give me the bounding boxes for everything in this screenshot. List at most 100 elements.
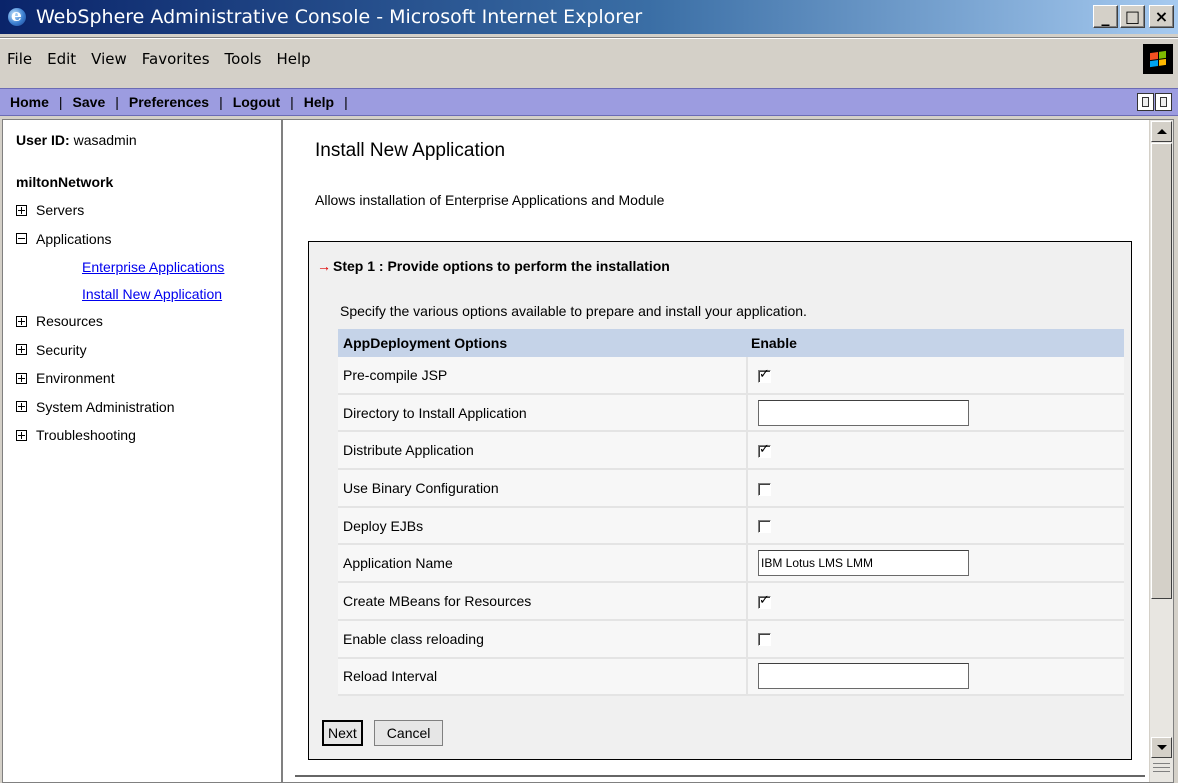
navigation-tree-pane: User ID: wasadmin miltonNetwork Servers …	[3, 120, 283, 782]
application-name-input[interactable]	[758, 550, 969, 577]
close-button[interactable]: ×	[1149, 5, 1174, 28]
create-mbeans-checkbox[interactable]	[758, 593, 771, 609]
expand-icon[interactable]	[16, 204, 27, 216]
table-row: Directory to Install Application	[338, 394, 1124, 433]
next-button[interactable]: Next	[322, 720, 363, 746]
expand-icon[interactable]	[16, 344, 27, 356]
user-id: User ID: wasadmin	[16, 132, 137, 148]
minimize-button[interactable]: _	[1093, 5, 1118, 28]
title-bar: e WebSphere Administrative Console - Mic…	[0, 0, 1178, 34]
windows-logo-icon	[1143, 44, 1173, 74]
tree-item-label[interactable]: Applications	[36, 231, 112, 247]
table-row: Deploy EJBs	[338, 507, 1124, 546]
vertical-scrollbar[interactable]	[1149, 120, 1173, 782]
browser-window: e WebSphere Administrative Console - Mic…	[0, 0, 1178, 783]
maximize-button[interactable]: □	[1120, 5, 1145, 28]
deploy-ejbs-checkbox[interactable]	[758, 520, 771, 534]
tree-item-security[interactable]: Security	[16, 336, 224, 365]
collapse-icon[interactable]	[16, 233, 27, 245]
frame-view-icon[interactable]	[1155, 93, 1172, 111]
arrow-down-icon	[1156, 745, 1167, 750]
nav-preferences-link[interactable]: Preferences	[129, 94, 209, 110]
nav-home-link[interactable]: Home	[10, 94, 49, 110]
nav-logout-link[interactable]: Logout	[233, 94, 280, 110]
arrow-up-icon	[1156, 129, 1167, 134]
option-label: Create MBeans for Resources	[338, 583, 746, 621]
navigation-tree: Servers Applications Enterprise Applicat…	[16, 196, 224, 450]
resize-grip-icon[interactable]	[1151, 760, 1172, 780]
tree-item-label[interactable]: Resources	[36, 313, 103, 329]
cancel-button[interactable]: Cancel	[373, 720, 444, 746]
table-row: Application Name	[338, 545, 1124, 584]
page-description: Allows installation of Enterprise Applic…	[315, 192, 665, 208]
tree-item-label[interactable]: System Administration	[36, 399, 175, 415]
user-id-label: User ID:	[16, 132, 70, 148]
tree-link-enterprise-applications[interactable]: Enterprise Applications	[16, 253, 224, 280]
menu-help[interactable]: Help	[277, 50, 311, 68]
option-label: Reload Interval	[338, 658, 746, 697]
nav-separator: |	[290, 94, 294, 110]
nav-separator: |	[219, 94, 223, 110]
option-label: Enable class reloading	[338, 620, 746, 659]
cell-name: miltonNetwork	[16, 174, 114, 190]
menu-bar: File Edit View Favorites Tools Help	[0, 41, 1178, 77]
menu-favorites[interactable]: Favorites	[142, 50, 210, 68]
console-nav-bar: Home | Save | Preferences | Logout | Hel…	[0, 88, 1178, 116]
table-row: Use Binary Configuration	[338, 470, 1124, 508]
option-label: Use Binary Configuration	[338, 470, 746, 508]
page-view-icon[interactable]	[1137, 93, 1154, 111]
table-row: Enable class reloading	[338, 620, 1124, 659]
nav-save-link[interactable]: Save	[73, 94, 106, 110]
window-title: WebSphere Administrative Console - Micro…	[36, 6, 643, 28]
expand-icon[interactable]	[16, 372, 27, 384]
scroll-up-button[interactable]	[1151, 121, 1172, 142]
distribute-application-checkbox[interactable]	[758, 442, 771, 459]
table-row: Distribute Application	[338, 432, 1124, 471]
content-area: User ID: wasadmin miltonNetwork Servers …	[2, 119, 1174, 783]
deployment-options-table: AppDeployment Options Enable Pre-compile…	[338, 329, 1124, 697]
install-directory-input[interactable]	[758, 399, 969, 426]
tree-item-label[interactable]: Troubleshooting	[36, 427, 136, 443]
expand-icon[interactable]	[16, 401, 27, 413]
menubar-divider	[0, 37, 1178, 39]
tree-item-resources[interactable]: Resources	[16, 307, 224, 336]
nav-help-link[interactable]: Help	[304, 94, 334, 110]
tree-link-install-new-application[interactable]: Install New Application	[16, 280, 224, 307]
tree-item-applications[interactable]: Applications	[16, 225, 224, 254]
page-title: Install New Application	[315, 140, 506, 161]
bottom-divider	[295, 775, 1145, 777]
reload-interval-input[interactable]	[758, 663, 969, 690]
column-header-enable: Enable	[746, 329, 1124, 357]
precompile-jsp-checkbox[interactable]	[758, 367, 771, 383]
option-label: Distribute Application	[338, 432, 746, 471]
binary-configuration-checkbox[interactable]	[758, 482, 771, 496]
option-label: Directory to Install Application	[338, 394, 746, 433]
scroll-down-button[interactable]	[1151, 737, 1172, 758]
user-id-value: wasadmin	[73, 132, 137, 148]
option-label: Deploy EJBs	[338, 507, 746, 546]
tree-item-environment[interactable]: Environment	[16, 364, 224, 393]
tree-item-system-administration[interactable]: System Administration	[16, 393, 224, 422]
step-title: Step 1 : Provide options to perform the …	[333, 258, 670, 274]
menu-edit[interactable]: Edit	[47, 50, 76, 68]
menu-file[interactable]: File	[7, 50, 32, 68]
tree-item-label[interactable]: Environment	[36, 370, 115, 386]
tree-item-servers[interactable]: Servers	[16, 196, 224, 225]
tree-item-troubleshooting[interactable]: Troubleshooting	[16, 421, 224, 450]
nav-separator: |	[58, 94, 63, 110]
expand-icon[interactable]	[16, 429, 27, 441]
scroll-thumb[interactable]	[1151, 143, 1172, 599]
table-row: Reload Interval	[338, 658, 1124, 697]
expand-icon[interactable]	[16, 315, 27, 327]
menu-view[interactable]: View	[91, 50, 127, 68]
class-reloading-checkbox[interactable]	[758, 633, 771, 647]
tree-item-label[interactable]: Security	[36, 342, 87, 358]
menu-tools[interactable]: Tools	[225, 50, 262, 68]
table-row: Pre-compile JSP	[338, 357, 1124, 395]
nav-separator: |	[344, 94, 348, 110]
main-pane: Install New Application Allows installat…	[285, 120, 1147, 782]
step-panel: → Step 1 : Provide options to perform th…	[308, 241, 1132, 760]
internet-explorer-icon: e	[6, 6, 28, 28]
option-label: Application Name	[338, 545, 746, 584]
tree-item-label[interactable]: Servers	[36, 202, 84, 218]
